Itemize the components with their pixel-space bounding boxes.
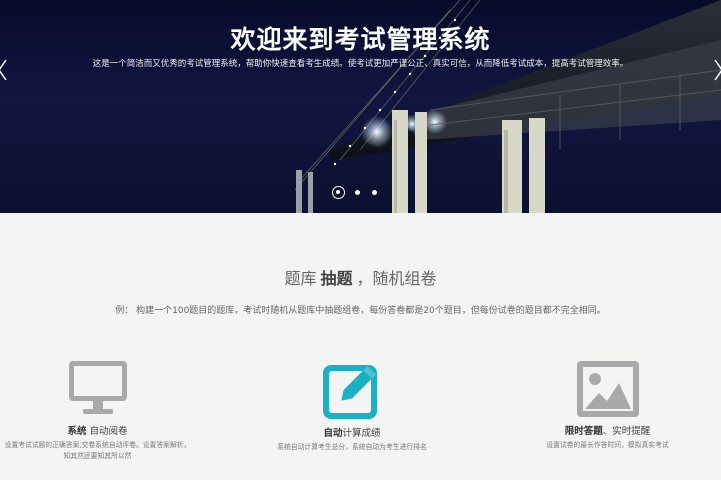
feature-title-bold: 限时答题	[564, 426, 603, 437]
carousel-dot-2[interactable]	[355, 190, 360, 195]
carousel-indicators	[330, 186, 390, 200]
feature-section: 题库 抽题 ，随机组卷 例： 构建一个100题目的题库，考试时随机从题库中抽题组卷，…	[0, 213, 721, 480]
feature-description: 设置考试试题的正确答案,交卷系统自动评卷。设置答案解析， 知其然还要知其所以然	[0, 440, 195, 462]
chevron-right-icon	[714, 59, 721, 81]
feature-title-bold: 自动	[323, 428, 343, 439]
carousel-dot-1[interactable]	[332, 186, 345, 199]
picture-icon	[576, 361, 639, 417]
feature-auto-grading: 系统 自动阅卷 设置考试试题的正确答案,交卷系统自动评卷。设置答案解析， 知其然…	[0, 359, 195, 462]
section-title-suffix: ，随机组卷	[356, 269, 437, 288]
feature-auto-scoring: 自动计算成绩 系统自动计算考生总分，系统自动为考生进行排名	[262, 359, 442, 453]
carousel-prev-button[interactable]	[0, 58, 10, 82]
feature-description-line: 知其然还要知其所以然	[63, 452, 132, 460]
section-title-prefix: 题库	[284, 269, 317, 288]
feature-title: 限时答题、实时提醒	[520, 423, 695, 437]
hero-carousel: 欢迎来到考试管理系统 这是一个简洁而又优秀的考试管理系统，帮助你快速查看考生成绩…	[0, 0, 721, 213]
carousel-dot-3[interactable]	[372, 190, 377, 195]
feature-title-rest: 、实时提醒	[602, 426, 651, 437]
section-description: 例： 构建一个100题目的题库，考试时随机从题库中抽题组卷，每份答卷都是20个题…	[115, 306, 606, 316]
feature-title: 系统 自动阅卷	[0, 423, 195, 437]
section-title: 题库 抽题 ，随机组卷	[0, 265, 721, 289]
monitor-icon	[68, 361, 127, 414]
carousel-next-button[interactable]	[711, 58, 721, 82]
feature-description: 系统自动计算考生总分，系统自动为考生进行排名	[262, 442, 442, 453]
chevron-left-icon	[0, 59, 7, 81]
feature-timed-answering: 限时答题、实时提醒 设置试卷的最长作答时间，模拟真实考试	[520, 359, 695, 451]
feature-description-line: 系统自动计算考生总分，系统自动为考生进行排名	[277, 443, 427, 451]
feature-title: 自动计算成绩	[262, 425, 442, 439]
feature-description-line: 设置试卷的最长作答时间，模拟真实考试	[546, 441, 669, 449]
feature-title-rest: 自动阅卷	[89, 426, 128, 437]
hero-title: 欢迎来到考试管理系统	[230, 25, 491, 54]
hero-subtitle: 这是一个简洁而又优秀的考试管理系统，帮助你快速查看考生成绩。使考试更加严谨公正、…	[92, 59, 629, 69]
feature-description: 设置试卷的最长作答时间，模拟真实考试	[520, 440, 695, 451]
feature-description-line: 设置考试试题的正确答案,交卷系统自动评卷。设置答案解析，	[4, 441, 191, 449]
feature-title-bold: 系统	[67, 426, 87, 437]
edit-icon	[323, 365, 377, 419]
section-title-bold: 抽题	[320, 269, 353, 288]
feature-title-rest: 计算成绩	[342, 428, 381, 439]
